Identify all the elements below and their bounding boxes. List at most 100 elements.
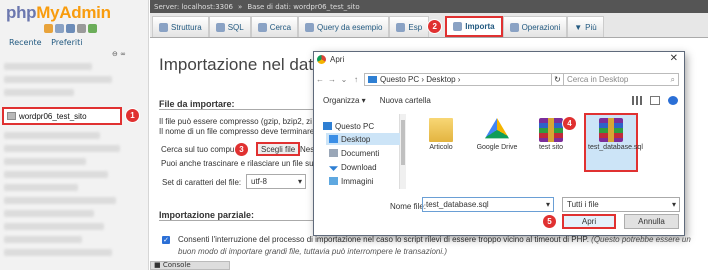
database-crumb[interactable]: Base di dati: wordpr06_test_sito <box>247 3 359 11</box>
view-options-icon[interactable] <box>632 96 642 105</box>
chevron-down-icon: ▾ <box>671 200 676 209</box>
tab-bar: Struttura SQL Cerca Query da esempio Esp… <box>150 13 708 38</box>
address-bar[interactable]: Questo PC › Desktop › <box>364 73 552 86</box>
wrench-icon <box>509 22 519 32</box>
database-item[interactable]: wordpr06_test_sito <box>2 107 122 125</box>
close-icon[interactable]: ✕ <box>670 53 678 64</box>
allow-interrupt-checkbox[interactable]: ✓ <box>162 236 170 244</box>
download-icon <box>329 166 338 171</box>
winrar-archive-icon <box>599 118 623 142</box>
navigation-panel: phpMyAdmin Recente Preferiti ⊖ ∞ wordpr0… <box>0 0 149 270</box>
tab-structure[interactable]: Struttura <box>152 16 209 37</box>
settings-icon[interactable] <box>77 24 86 33</box>
pc-icon <box>323 122 332 130</box>
filename-input[interactable]: test_database.sql ▾ <box>422 197 554 212</box>
sidebar-scrollbar[interactable] <box>400 114 406 189</box>
compress-info-line1: Il file può essere compresso (gzip, bzip… <box>159 117 312 126</box>
tab-sql[interactable]: SQL <box>208 16 251 37</box>
open-button[interactable]: Apri <box>562 214 616 229</box>
charset-label: Set di caratteri del file: <box>162 178 242 187</box>
documents-icon <box>329 149 338 157</box>
cancel-button[interactable]: Annulla <box>624 214 679 229</box>
dialog-title: Apri <box>330 55 345 64</box>
sidebar-item-downloads[interactable]: Download <box>326 161 400 173</box>
collapse-link-icon[interactable]: ⊖ ∞ <box>112 50 126 58</box>
database-icon <box>7 112 16 120</box>
chrome-icon <box>317 55 326 64</box>
up-arrow-icon[interactable]: ↑ <box>350 75 362 84</box>
console-toggle[interactable]: ■ Console <box>150 261 230 270</box>
step-badge-3: 3 <box>234 142 249 157</box>
blurred-db-item <box>4 249 112 256</box>
chevron-down-icon: ▼ <box>574 22 583 32</box>
export-icon <box>396 22 406 32</box>
organize-menu[interactable]: Organizza ▾ <box>323 96 366 105</box>
server-crumb[interactable]: Server: localhost:3306 <box>154 3 233 11</box>
tab-import[interactable]: Importa <box>445 16 503 37</box>
tab-operations[interactable]: Operazioni <box>502 16 568 37</box>
home-icon[interactable] <box>44 24 53 33</box>
blurred-db-item <box>4 197 116 204</box>
favorites-link[interactable]: Preferiti <box>51 38 82 47</box>
sql-icon <box>215 22 225 32</box>
blurred-db-item <box>4 63 92 70</box>
blurred-db-item <box>4 236 82 243</box>
scrollbar-thumb[interactable] <box>401 120 405 165</box>
tab-export[interactable]: Esp <box>389 16 430 37</box>
step-badge-2: 2 <box>427 19 443 34</box>
dialog-titlebar: Apri <box>314 52 684 67</box>
recent-locations-icon[interactable]: ⌄ <box>338 75 350 84</box>
choose-file-button[interactable]: Scegli file <box>256 142 301 156</box>
quick-icons <box>44 24 97 33</box>
new-folder-button[interactable]: Nuova cartella <box>380 96 431 105</box>
blurred-db-item <box>4 89 74 96</box>
address-path: Questo PC › Desktop › <box>380 75 461 84</box>
forward-arrow-icon[interactable]: → <box>326 75 338 84</box>
structure-icon <box>159 22 168 32</box>
sidebar-item-desktop[interactable]: Desktop <box>326 133 400 145</box>
chevron-down-icon: ▾ <box>545 200 550 209</box>
compress-info-line2: Il nome di un file compresso deve termin… <box>159 127 315 136</box>
blurred-db-item <box>4 210 94 217</box>
tab-search[interactable]: Cerca <box>250 16 299 37</box>
sidebar-item-documents[interactable]: Documenti <box>326 147 400 159</box>
desktop-icon <box>329 135 338 143</box>
folder-icon <box>429 118 453 142</box>
phpmyadmin-logo[interactable]: phpMyAdmin <box>6 3 111 23</box>
database-label: wordpr06_test_sito <box>19 111 87 121</box>
file-item-test-database[interactable]: test_database.sql <box>588 118 643 152</box>
open-file-dialog: Apri ✕ ← → ⌄ ↑ Questo PC › Desktop › ↻ C… <box>313 51 685 236</box>
filetype-select[interactable]: Tutti i file ▾ <box>562 197 680 212</box>
logout-icon[interactable] <box>55 24 64 33</box>
dialog-address-row: ← → ⌄ ↑ Questo PC › Desktop › ↻ Cerca in… <box>314 70 684 88</box>
nav-links: Recente Preferiti <box>9 38 89 47</box>
search-input[interactable]: Cerca in Desktop ⌕ <box>563 73 679 86</box>
step-badge-5: 5 <box>542 214 557 229</box>
charset-select[interactable]: utf-8 ▾ <box>246 174 306 189</box>
tab-query[interactable]: Query da esempio <box>298 16 390 37</box>
sidebar-item-this-pc[interactable]: Questo PC <box>320 120 400 132</box>
sidebar-item-pictures[interactable]: Immagini <box>326 175 400 187</box>
console-icon: ■ <box>154 261 163 269</box>
file-item-articolo[interactable]: Articolo <box>418 118 464 152</box>
chevron-down-icon: ▾ <box>297 177 302 186</box>
dialog-sidebar: Questo PC Desktop Documenti Download Imm… <box>314 114 400 189</box>
blurred-db-item <box>4 223 104 230</box>
pc-icon <box>368 76 377 83</box>
preview-pane-icon[interactable] <box>650 96 660 105</box>
back-arrow-icon[interactable]: ← <box>314 75 326 84</box>
pictures-icon <box>329 177 338 185</box>
search-icon: ⌕ <box>670 74 675 84</box>
allow-interrupt-label: Consenti l'interruzione del processo di … <box>178 235 691 256</box>
blurred-db-item <box>4 76 112 83</box>
filename-label: Nome file: <box>390 202 427 211</box>
recent-link[interactable]: Recente <box>9 38 42 47</box>
help-icon[interactable] <box>668 96 678 105</box>
blurred-db-item <box>4 132 100 139</box>
blurred-db-item <box>4 184 78 191</box>
help-icon[interactable] <box>66 24 75 33</box>
blurred-db-item <box>4 158 86 165</box>
reload-icon[interactable] <box>88 24 97 33</box>
tab-more[interactable]: ▼ Più <box>567 16 604 37</box>
file-item-google-drive[interactable]: Google Drive <box>474 118 520 152</box>
